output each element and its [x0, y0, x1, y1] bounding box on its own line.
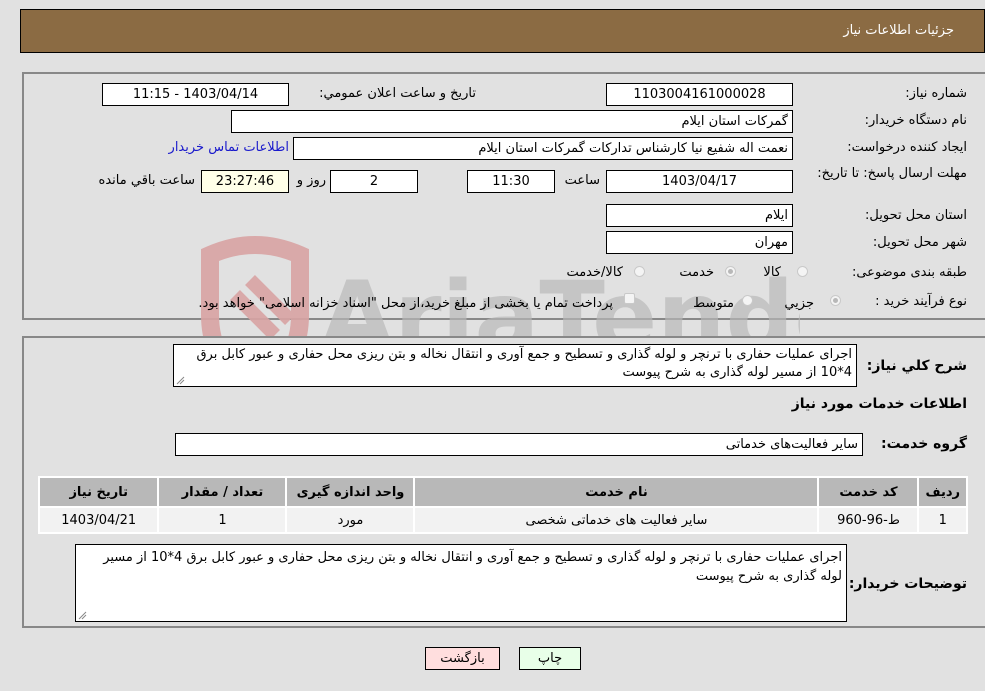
need-number-field[interactable]: 1103004161000028: [606, 83, 793, 106]
cell-unit: مورد: [287, 508, 414, 532]
general-desc-label: شرح کلي نياز:: [866, 358, 967, 374]
deadline-time-field[interactable]: 11:30: [467, 170, 555, 193]
col-header-quantity: تعداد / مقدار: [159, 478, 286, 506]
col-header-service-name: نام خدمت: [415, 478, 818, 506]
general-desc-textarea[interactable]: اجرای عملیات حفاری با ترنچر و لوله گذاری…: [173, 344, 857, 387]
buyer-org-field[interactable]: گمرکات استان ايلام: [231, 110, 793, 133]
cell-quantity: 1: [159, 508, 286, 532]
category-radio-goods-service[interactable]: [634, 266, 645, 277]
category-option-goods-service: کالا/خدمت: [566, 265, 623, 280]
creator-label: ايجاد کننده درخواست:: [847, 140, 967, 155]
col-header-row-number: ردیف: [919, 478, 966, 506]
province-label: استان محل تحویل:: [865, 208, 967, 223]
category-option-goods: کالا: [763, 265, 781, 280]
resize-grip-icon[interactable]: [77, 610, 87, 620]
col-header-unit: واحد اندازه گیری: [287, 478, 414, 506]
services-table: ردیف کد خدمت نام خدمت واحد اندازه گیری ت…: [38, 476, 968, 534]
purchase-radio-medium[interactable]: [742, 295, 753, 306]
city-label: شهر محل تحویل:: [872, 235, 967, 250]
province-field[interactable]: ایلام: [606, 204, 793, 227]
cell-service-code: ط-96-960: [819, 508, 918, 532]
cell-row-number: 1: [919, 508, 966, 532]
treasury-note: پرداخت تمام یا بخشی از مبلغ خرید،از محل …: [198, 296, 613, 311]
deadline-label: مهلت ارسال پاسخ: تا تاریخ:: [817, 166, 967, 181]
announce-datetime-field[interactable]: 1403/04/14 - 11:15: [102, 83, 289, 106]
table-row: 1 ط-96-960 سایر فعالیت های خدماتی شخصی م…: [40, 508, 966, 532]
purchase-option-medium: متوسط: [693, 296, 734, 311]
need-number-label: شماره نیاز:: [905, 86, 967, 101]
time-remaining-label: ساعت باقي مانده: [98, 173, 195, 188]
page-title: جزئیات اطلاعات نیاز: [843, 23, 954, 38]
cell-service-name: سایر فعالیت های خدماتی شخصی: [415, 508, 818, 532]
buyer-contact-link[interactable]: اطلاعات تماس خريدار: [169, 140, 289, 155]
col-header-need-date: تاریخ نیاز: [40, 478, 158, 506]
purchase-radio-minor[interactable]: [830, 295, 841, 306]
page-header: جزئیات اطلاعات نیاز: [20, 9, 985, 53]
category-label: طبقه بندی موضوعی:: [851, 265, 967, 280]
buyer-notes-label: توضیحات خریدار:: [848, 576, 967, 592]
treasury-checkbox[interactable]: [624, 293, 635, 304]
cell-need-date: 1403/04/21: [40, 508, 158, 532]
col-header-service-code: کد خدمت: [819, 478, 918, 506]
purchase-type-label: نوع فرآیند خرید :: [875, 294, 967, 309]
services-table-wrapper: ردیف کد خدمت نام خدمت واحد اندازه گیری ت…: [38, 476, 968, 534]
back-button[interactable]: بازگشت: [425, 647, 500, 670]
buyer-org-label: نام دستگاه خريدار:: [864, 113, 967, 128]
city-field[interactable]: مهران: [606, 231, 793, 254]
buyer-notes-textarea[interactable]: اجرای عملیات حفاری با ترنچر و لوله گذاری…: [75, 544, 847, 622]
announce-label: تاريخ و ساعت اعلان عمومي:: [319, 86, 476, 101]
services-heading: اطلاعات خدمات مورد نياز: [791, 396, 967, 412]
deadline-date-field[interactable]: 1403/04/17: [606, 170, 793, 193]
print-button[interactable]: چاپ: [519, 647, 581, 670]
creator-field[interactable]: نعمت اله شفیع نیا کارشناس تدارکات گمرکات…: [293, 137, 793, 160]
table-header-row: ردیف کد خدمت نام خدمت واحد اندازه گیری ت…: [40, 478, 966, 506]
days-remaining-field[interactable]: 2: [330, 170, 418, 193]
service-group-field[interactable]: سایر فعالیت‌های خدماتی: [175, 433, 863, 456]
category-radio-goods[interactable]: [797, 266, 808, 277]
deadline-time-label: ساعت: [564, 173, 600, 188]
time-remaining-field: 23:27:46: [201, 170, 289, 193]
category-radio-service[interactable]: [725, 266, 736, 277]
purchase-option-minor: جزيي: [784, 296, 814, 311]
days-label: روز و: [296, 173, 326, 188]
resize-grip-icon[interactable]: [175, 375, 185, 385]
category-option-service: خدمت: [679, 265, 714, 280]
service-group-label: گروه خدمت:: [881, 436, 967, 452]
